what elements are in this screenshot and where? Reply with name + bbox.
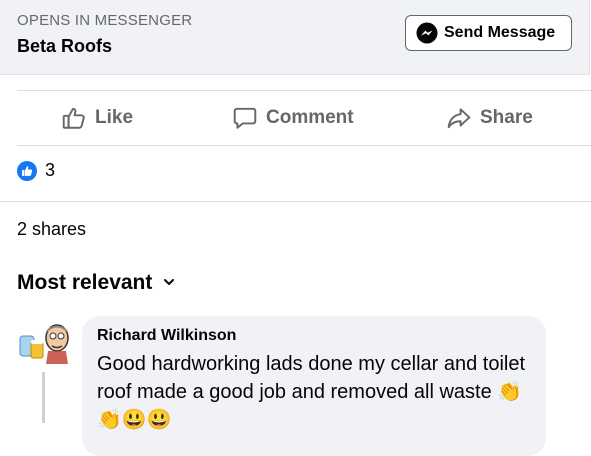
like-reaction-icon: [17, 160, 37, 181]
like-button[interactable]: Like: [61, 91, 133, 145]
reaction-summary[interactable]: 3: [17, 160, 55, 181]
like-icon: [61, 105, 87, 131]
comment-author[interactable]: Richard Wilkinson: [97, 327, 236, 345]
opens-in-label: OPENS IN MESSENGER: [17, 12, 193, 29]
post-action-bar: Like Comment Share: [17, 90, 591, 146]
page-name[interactable]: Beta Roofs: [17, 36, 112, 57]
chevron-down-icon: [162, 271, 176, 295]
thread-line: [42, 372, 45, 423]
shares-count[interactable]: 2 shares: [17, 219, 86, 240]
comment-icon: [232, 105, 258, 131]
like-label: Like: [95, 107, 134, 128]
reaction-count: 3: [45, 160, 56, 180]
comment-label: Comment: [266, 107, 354, 128]
sort-label: Most relevant: [17, 271, 153, 294]
avatar[interactable]: [14, 318, 74, 370]
divider: [0, 201, 591, 202]
comment-sort-dropdown[interactable]: Most relevant: [17, 271, 176, 295]
share-label: Share: [480, 107, 533, 128]
comment-bubble: Richard Wilkinson Good hardworking lads …: [82, 316, 546, 456]
comment-text: Good hardworking lads done my cellar and…: [97, 353, 526, 431]
comment-button[interactable]: Comment: [232, 91, 354, 145]
messenger-icon: [416, 22, 438, 44]
send-message-button[interactable]: Send Message: [405, 15, 572, 51]
ad-cta-bar: OPENS IN MESSENGER Beta Roofs Send Messa…: [0, 0, 590, 75]
share-button[interactable]: Share: [446, 91, 533, 145]
share-icon: [446, 105, 472, 131]
send-message-label: Send Message: [444, 24, 556, 41]
